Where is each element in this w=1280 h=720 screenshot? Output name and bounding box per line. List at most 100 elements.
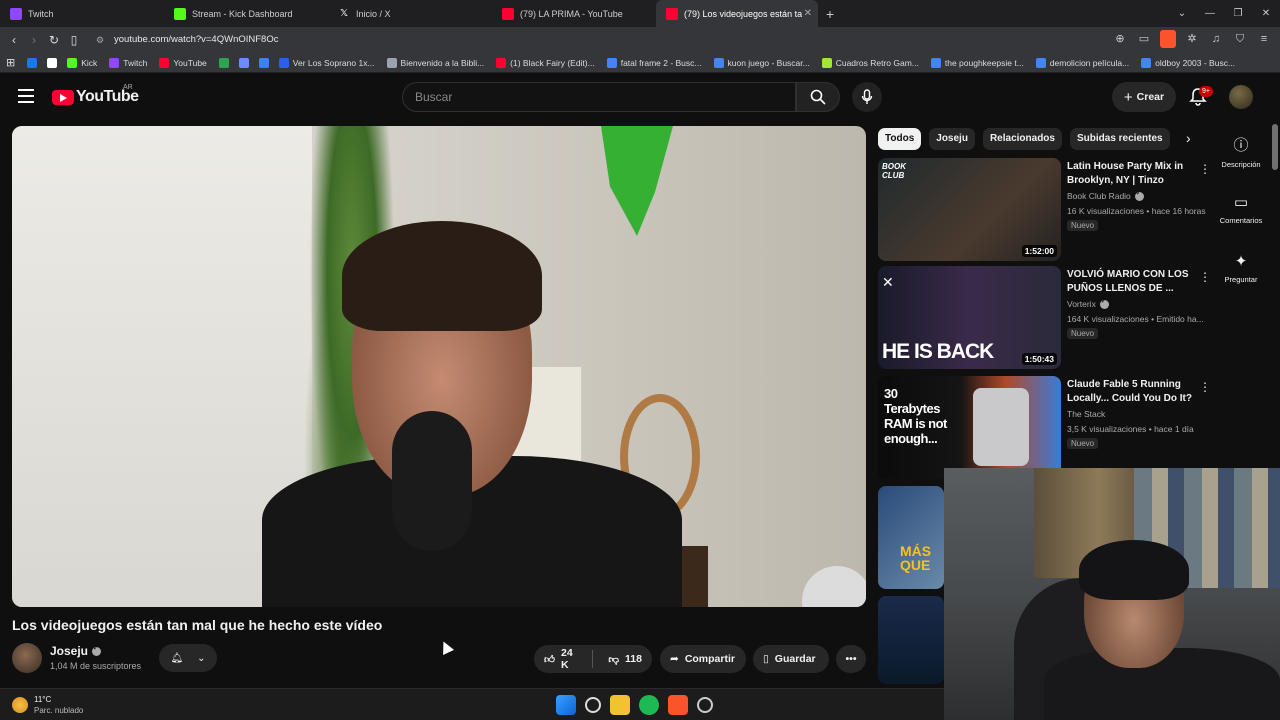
video-thumbnail[interactable] xyxy=(878,596,944,684)
bookmark-item[interactable]: Ver Los Soprano 1x... xyxy=(278,57,375,68)
bookmark-item[interactable]: Kick xyxy=(67,57,97,68)
browser-toolbar: ⊕ ▭ ✲ ♫ ⛉ ≡ xyxy=(1112,30,1272,48)
bookmark-label: (1) Black Fairy (Edit)... xyxy=(510,57,595,68)
zoom-icon[interactable]: ⊕ xyxy=(1112,30,1128,48)
voice-search-button[interactable] xyxy=(852,82,882,112)
tab-search-icon[interactable]: ⌄ xyxy=(1168,8,1196,19)
save-button[interactable]: ▯ Guardar xyxy=(753,645,829,673)
site-info-icon[interactable]: ⚙ xyxy=(96,31,104,49)
bookmark-item[interactable]: Cuadros Retro Gam... xyxy=(821,57,919,68)
recommendation-item[interactable]: 30 Terabytes RAM is not enough... Claude… xyxy=(878,376,1211,480)
search-input[interactable]: Buscar xyxy=(402,82,796,112)
forward-icon[interactable]: › xyxy=(24,33,44,47)
extensions-icon[interactable]: ✲ xyxy=(1184,30,1200,48)
video-player[interactable] xyxy=(12,126,866,607)
chip-recent-uploads[interactable]: Subidas recientes xyxy=(1069,128,1170,150)
bookmark-item[interactable]: Twitch xyxy=(109,57,147,68)
bookmark-item[interactable]: the poughkeepsie t... xyxy=(930,57,1024,68)
bookmark-item[interactable]: oldboy 2003 - Busc... xyxy=(1141,57,1235,68)
recommendation-channel[interactable]: Vorterix xyxy=(1067,297,1109,309)
share-button[interactable]: ➦ Compartir xyxy=(660,645,746,673)
bookmark-item[interactable] xyxy=(238,57,253,68)
close-tab-icon[interactable]: ✕ xyxy=(804,8,812,19)
create-button[interactable]: + Crear xyxy=(1112,82,1176,112)
bookmark-item[interactable]: Bienvenido a la Bibli... xyxy=(386,57,484,68)
video-thumbnail[interactable]: BOOK CLUB 1:52:00 xyxy=(878,158,1061,261)
brave-browser-icon[interactable] xyxy=(668,695,688,715)
recommendation-title[interactable]: Latin House Party Mix in Brooklyn, NY | … xyxy=(1067,160,1217,188)
bookmark-item[interactable]: (1) Black Fairy (Edit)... xyxy=(496,57,595,68)
bookmark-item[interactable]: YouTube xyxy=(159,57,207,68)
tab-la-prima[interactable]: (79) LA PRIMA - YouTube xyxy=(492,0,656,27)
subscribed-notifications-button[interactable]: 🔔︎ ⌄ xyxy=(159,644,217,672)
bookmark-icon[interactable]: ▯ xyxy=(64,33,84,47)
recommendation-channel[interactable]: The Stack xyxy=(1067,409,1105,419)
account-avatar[interactable] xyxy=(1229,85,1253,109)
search-button[interactable] xyxy=(796,82,840,112)
comments-button[interactable]: ▭ Comentarios xyxy=(1216,193,1266,225)
bookmark-item[interactable] xyxy=(27,57,41,68)
recommendation-item[interactable]: ✕ HE IS BACK 1:50:43 VOLVIÓ MARIO CON LO… xyxy=(878,266,1211,370)
bookmark-item[interactable] xyxy=(47,57,61,68)
minimize-button[interactable]: — xyxy=(1196,8,1224,19)
weather-widget[interactable]: 11°C Parc. nublado xyxy=(12,694,83,716)
menu-icon[interactable]: ≡ xyxy=(1256,30,1272,48)
bookmark-item[interactable] xyxy=(258,57,273,68)
obs-icon[interactable] xyxy=(697,697,713,713)
bookmark-item[interactable]: demolicion película... xyxy=(1035,57,1129,68)
close-window-button[interactable]: ✕ xyxy=(1252,8,1280,19)
search-icon[interactable] xyxy=(585,697,601,713)
recommendation-channel[interactable]: Book Club Radio xyxy=(1067,189,1144,201)
chips-next-icon[interactable]: › xyxy=(1186,130,1191,146)
info-icon: ⓘ xyxy=(1233,137,1249,154)
apps-icon[interactable]: ⊞ xyxy=(6,56,15,69)
chip-related[interactable]: Relacionados xyxy=(982,128,1062,150)
tab-current-video[interactable]: (79) Los videojuegos están ta ✕ xyxy=(656,0,818,27)
page-scrollbar[interactable] xyxy=(1272,124,1278,170)
channel-name-row[interactable]: Joseju xyxy=(50,644,102,658)
file-explorer-icon[interactable] xyxy=(610,695,630,715)
new-tab-button[interactable]: + xyxy=(818,6,842,22)
recommendation-meta: 16 K visualizaciones • hace 16 horas xyxy=(1067,206,1206,216)
more-vertical-icon[interactable]: ⋮ xyxy=(1199,162,1211,176)
menu-hamburger-icon[interactable] xyxy=(18,89,34,103)
description-button[interactable]: ⓘ Descripción xyxy=(1216,134,1266,169)
tab-twitch[interactable]: Twitch xyxy=(0,0,164,27)
tab-label: (79) Los videojuegos están ta xyxy=(684,8,802,19)
cast-icon[interactable]: ▭ xyxy=(1136,30,1152,48)
video-thumbnail[interactable]: 30 Terabytes RAM is not enough... xyxy=(878,376,1061,479)
media-icon[interactable]: ♫ xyxy=(1208,30,1224,48)
dislike-button[interactable]: 👎︎ 118 xyxy=(598,645,652,673)
video-thumbnail[interactable]: MÁS QUE xyxy=(878,486,944,589)
maximize-button[interactable]: ❐ xyxy=(1224,8,1252,19)
channel-avatar[interactable] xyxy=(12,643,42,673)
like-button[interactable]: 👍︎ 24 K xyxy=(534,645,586,673)
url-field[interactable]: ⚙ youtube.com/watch?v=4QWnOINF8Oc xyxy=(88,31,1148,49)
chip-all[interactable]: Todos xyxy=(878,128,922,150)
kick-icon xyxy=(174,7,186,20)
verified-badge-icon xyxy=(1134,189,1144,201)
more-actions-button[interactable]: ••• xyxy=(836,645,866,673)
bookmark-item[interactable] xyxy=(218,57,233,68)
video-duration: 1:52:00 xyxy=(1021,245,1057,257)
country-code: AR xyxy=(123,84,133,91)
tab-x-home[interactable]: 𝕏 Inicio / X xyxy=(328,0,492,27)
video-thumbnail[interactable]: ✕ HE IS BACK 1:50:43 xyxy=(878,266,1061,369)
spotify-icon[interactable] xyxy=(639,695,659,715)
youtube-logo[interactable]: YouTube AR xyxy=(52,84,139,106)
bookmark-item[interactable]: fatal frame 2 - Busc... xyxy=(606,57,702,68)
bookmark-item[interactable]: kuon juego - Buscar... xyxy=(713,57,810,68)
back-icon[interactable]: ‹ xyxy=(4,33,24,47)
more-vertical-icon[interactable]: ⋮ xyxy=(1199,270,1211,284)
brave-shields-icon[interactable] xyxy=(1160,30,1176,48)
ask-button[interactable]: ✦ Preguntar xyxy=(1216,252,1266,284)
vpn-icon[interactable]: ⛉ xyxy=(1232,30,1248,48)
tab-kick-dashboard[interactable]: Stream - Kick Dashboard xyxy=(164,0,328,27)
recommendation-item[interactable]: BOOK CLUB 1:52:00 Latin House Party Mix … xyxy=(878,158,1211,262)
recommendation-title[interactable]: VOLVIÓ MARIO CON LOS PUÑOS LLENOS DE ... xyxy=(1067,268,1217,296)
windows-start-icon[interactable] xyxy=(556,695,576,715)
chip-channel[interactable]: Joseju xyxy=(929,128,975,150)
more-vertical-icon[interactable]: ⋮ xyxy=(1199,380,1211,394)
recommendation-title[interactable]: Claude Fable 5 Running Locally... Could … xyxy=(1067,378,1217,406)
reload-icon[interactable]: ↻ xyxy=(44,33,64,47)
